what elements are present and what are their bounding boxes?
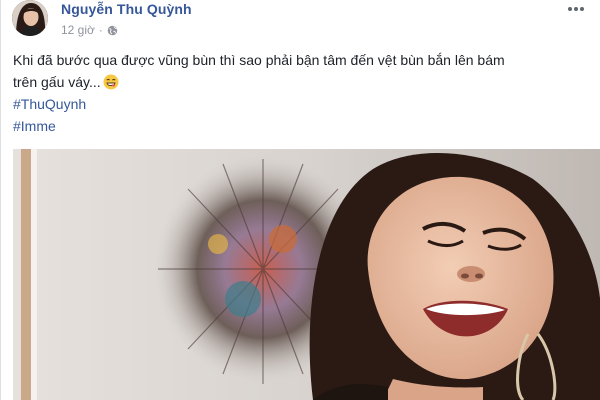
post-header: Nguyễn Thu Quỳnh 12 giờ · bbox=[1, 0, 600, 44]
author-avatar[interactable] bbox=[12, 0, 48, 36]
post-meta: 12 giờ · bbox=[61, 23, 118, 37]
grinning-face-icon bbox=[103, 74, 119, 90]
facebook-post: Nguyễn Thu Quỳnh 12 giờ · Khi đã bước qu… bbox=[0, 0, 600, 400]
post-caption: Khi đã bước qua được vũng bùn thì sao ph… bbox=[13, 49, 583, 137]
globe-icon[interactable] bbox=[107, 25, 118, 36]
caption-line: trên gấu váy... bbox=[13, 74, 101, 90]
post-timestamp[interactable]: 12 giờ bbox=[61, 23, 95, 37]
post-photo[interactable] bbox=[13, 149, 600, 400]
photo-laughing-woman bbox=[13, 149, 600, 400]
caption-line: Khi đã bước qua được vũng bùn thì sao ph… bbox=[13, 52, 505, 68]
caption-line-with-emoji: trên gấu váy... bbox=[13, 71, 583, 93]
hashtag-link[interactable]: #Imme bbox=[13, 118, 56, 134]
meta-separator: · bbox=[98, 23, 103, 37]
author-name-link[interactable]: Nguyễn Thu Quỳnh bbox=[61, 1, 192, 17]
hashtag-link[interactable]: #ThuQuynh bbox=[13, 96, 86, 112]
avatar-image bbox=[12, 0, 48, 36]
more-options-icon[interactable] bbox=[566, 3, 586, 15]
